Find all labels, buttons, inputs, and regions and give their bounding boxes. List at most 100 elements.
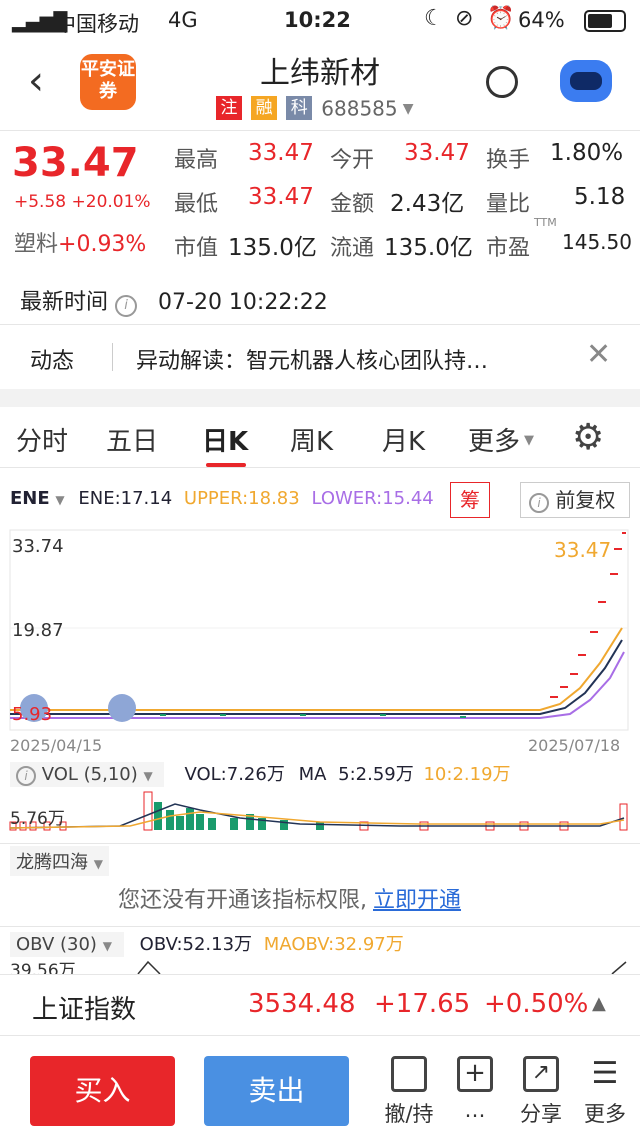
news-bar[interactable]: 动态 异动解读：智元机器人核心团队持… ✕ <box>0 325 640 389</box>
price-change-value: +5.58 <box>14 192 67 212</box>
battery-percent: 64% <box>518 8 565 32</box>
upper-value: UPPER:18.83 <box>183 488 300 509</box>
tab-five-day[interactable]: 五日 <box>106 421 158 458</box>
index-value: 3534.48 <box>248 989 356 1019</box>
share-button[interactable]: ↗ 分享 <box>506 1056 576 1128</box>
volume-chart[interactable] <box>0 788 640 832</box>
info-icon[interactable]: i <box>115 295 138 317</box>
maobv-value: MAOBV:32.97万 <box>263 934 404 955</box>
add-watchlist-label: … <box>464 1098 486 1122</box>
volume-header: i VOL (5,10) ▼ VOL:7.26万 MA 5:2.59万 10:2… <box>10 760 630 788</box>
network-label: 4G <box>168 8 198 32</box>
tab-weekly-k[interactable]: 周K <box>290 421 333 458</box>
open-value: 33.47 <box>404 140 470 166</box>
ene-value: ENE:17.14 <box>78 488 173 509</box>
expand-up-icon[interactable]: ▲ <box>592 993 606 1014</box>
permission-text: 您还没有开通该指标权限, <box>118 888 367 913</box>
ene-selector[interactable]: ENE ▼ <box>10 488 70 509</box>
tag-rong: 融 <box>251 96 278 120</box>
add-watchlist-button[interactable]: + … <box>440 1056 510 1122</box>
nav-bar: ‹ 平安证券 上纬新材 注 融 科 688585 ▼ <box>0 40 640 130</box>
volume-info-icon: i <box>16 766 36 786</box>
more-label: 更多 <box>584 1102 626 1126</box>
moon-icon: ☾ <box>424 6 444 31</box>
pe-ttm-label: TTM <box>534 216 557 229</box>
price-change-pct: +20.01% <box>71 192 151 212</box>
stock-code: 688585 <box>321 96 398 121</box>
stock-title: 上纬新材 <box>260 56 380 91</box>
float-cap-label: 流通 <box>330 236 375 261</box>
sector-info[interactable]: 塑料+0.93% <box>14 226 146 258</box>
tab-daily-k[interactable]: 日K <box>202 421 248 458</box>
news-text[interactable]: 异动解读：智元机器人核心团队持… <box>136 343 488 375</box>
volume-dropdown-icon: ▼ <box>143 769 153 783</box>
turnover-value: 1.80% <box>550 140 624 166</box>
permission-notice: 您还没有开通该指标权限, 立即开通 <box>118 882 461 914</box>
more-button[interactable]: ☰ 更多 <box>570 1056 640 1128</box>
obv-selector[interactable]: OBV (30) ▼ <box>10 932 124 957</box>
market-cap-value: 135.0亿 <box>228 235 317 261</box>
share-icon: ↗ <box>523 1056 559 1092</box>
sell-button[interactable]: 卖出 <box>204 1056 349 1126</box>
obv-header: OBV (30) ▼ OBV:52.13万 MAOBV:32.97万 <box>10 930 630 958</box>
ma5-value: 5:2.59万 <box>338 764 414 785</box>
index-bar[interactable]: 上证指数 3534.48 +17.65 +0.50% ▲ <box>0 974 640 1036</box>
pe-label: 市盈 <box>486 236 531 261</box>
close-icon[interactable]: ✕ <box>586 337 611 372</box>
alarm-icon: ⏰ <box>487 6 515 31</box>
tag-zhu: 注 <box>216 96 242 120</box>
settings-gear-icon[interactable]: ⚙ <box>572 417 604 458</box>
obv-value: OBV:52.13万 <box>139 934 253 955</box>
ene-indicator-row: ENE ▼ ENE:17.14 UPPER:18.83 LOWER:15.44 <box>10 488 434 509</box>
index-name: 上证指数 <box>32 995 137 1025</box>
high-label: 最高 <box>174 148 219 173</box>
tab-more-dropdown-icon[interactable]: ▼ <box>524 433 534 448</box>
ene-mid-line <box>10 639 623 715</box>
volume-ratio-label: 量比 <box>486 192 531 217</box>
sector-pct: +0.93% <box>58 232 147 257</box>
adjust-button[interactable]: i 前复权 <box>520 482 630 518</box>
clock: 10:22 <box>284 8 351 32</box>
rotation-lock-icon: ⊘ <box>455 6 474 31</box>
robot-assistant-icon[interactable] <box>560 60 612 102</box>
index-pct: +0.50% <box>484 989 589 1019</box>
ma10-value: 10:2.19万 <box>423 764 511 785</box>
tab-more[interactable]: 更多 <box>468 421 520 458</box>
add-icon: + <box>457 1056 493 1092</box>
obv-name: OBV (30) <box>16 934 97 955</box>
longteng-selector[interactable]: 龙腾四海 ▼ <box>10 846 109 876</box>
share-label: 分享 <box>520 1102 562 1126</box>
chip-distribution-button[interactable]: 筹 <box>450 482 490 518</box>
search-icon[interactable] <box>486 66 518 98</box>
lower-band-line <box>10 651 625 719</box>
obv-chart[interactable] <box>0 956 640 974</box>
adjust-info-icon: i <box>529 493 549 513</box>
volume-selector[interactable]: i VOL (5,10) ▼ <box>10 762 165 787</box>
buy-button[interactable]: 买入 <box>30 1056 175 1126</box>
latest-time-value: 07-20 10:22:22 <box>158 290 328 315</box>
carrier-label: 中国移动 <box>55 12 139 36</box>
kline-chart[interactable] <box>0 528 640 758</box>
amount-label: 金额 <box>330 192 375 217</box>
tab-intraday[interactable]: 分时 <box>16 421 68 458</box>
latest-time-label: 最新时间 <box>20 290 109 315</box>
cancel-holdings-button[interactable]: 撤/持 <box>374 1056 444 1128</box>
obv-dropdown-icon: ▼ <box>102 939 112 953</box>
indicator-dropdown-icon: ▼ <box>55 493 65 507</box>
longteng-panel: 龙腾四海 ▼ 您还没有开通该指标权限, 立即开通 <box>10 846 630 922</box>
ma-label: MA <box>298 764 327 785</box>
last-price-label: 33.47 <box>554 538 612 562</box>
volume-max-label: 5.76万 <box>10 809 65 829</box>
activate-link[interactable]: 立即开通 <box>373 888 461 913</box>
tab-monthly-k[interactable]: 月K <box>382 421 425 458</box>
y-top-label: 33.74 <box>12 536 64 557</box>
adjust-label: 前复权 <box>555 488 616 512</box>
code-dropdown-icon[interactable]: ▼ <box>403 101 414 117</box>
index-change: +17.65 <box>374 989 471 1019</box>
chart-tab-bar: 分时 五日 日K 周K 月K 更多 ▼ ⚙ <box>0 407 640 467</box>
market-cap-label: 市值 <box>174 236 219 261</box>
x-start-label: 2025/04/15 <box>10 736 103 755</box>
battery-icon <box>584 10 626 32</box>
price-change: +5.58 +20.01% <box>14 192 151 212</box>
news-label: 动态 <box>30 349 75 374</box>
